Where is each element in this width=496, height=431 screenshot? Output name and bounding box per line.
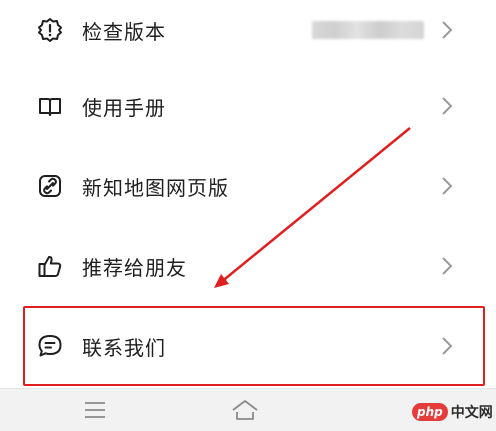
home-icon[interactable] (230, 397, 260, 423)
watermark-badge: php (412, 403, 448, 421)
chevron-right-icon (438, 16, 456, 44)
menu-item-web-version[interactable]: 新知地图网页版 (0, 146, 496, 226)
alert-badge-icon (36, 16, 64, 44)
menu-item-user-manual[interactable]: 使用手册 (0, 66, 496, 146)
menu-item-label: 检查版本 (82, 19, 166, 44)
menu-item-label: 新知地图网页版 (82, 175, 229, 200)
menu-item-label: 使用手册 (82, 95, 166, 120)
annotation-highlight-box (23, 306, 485, 386)
version-value-blurred (312, 21, 424, 39)
menu-item-check-version[interactable]: 检查版本 (0, 0, 496, 70)
menu-icon[interactable] (80, 397, 110, 423)
book-icon (36, 92, 64, 120)
chevron-right-icon (438, 172, 456, 200)
link-icon (36, 172, 64, 200)
menu-item-label: 推荐给朋友 (82, 255, 187, 280)
chevron-right-icon (438, 252, 456, 280)
chevron-right-icon (438, 92, 456, 120)
thumbs-up-icon (36, 252, 64, 280)
watermark-text: 中文网 (450, 405, 493, 421)
site-watermark: php 中文网 (412, 400, 493, 424)
menu-item-recommend-friends[interactable]: 推荐给朋友 (0, 226, 496, 306)
